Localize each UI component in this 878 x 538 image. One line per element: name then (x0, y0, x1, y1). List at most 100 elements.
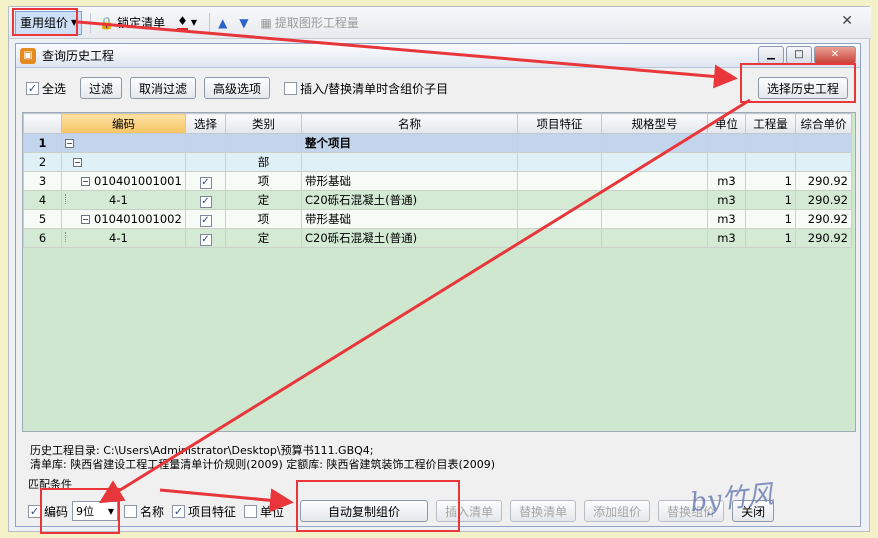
table-row[interactable]: 1 − 整个项目 (23, 133, 852, 153)
feature-cell (517, 152, 602, 172)
row-number: 3 (23, 171, 62, 191)
lock-icon: 🔒 (99, 15, 115, 30)
code-cell: − (61, 152, 186, 172)
row-checkbox[interactable]: ✓ (199, 195, 212, 208)
qty-cell (745, 133, 796, 153)
unit-cell (707, 152, 746, 172)
type-cell: 定 (225, 228, 302, 248)
column-header[interactable]: 综合单价 (795, 113, 852, 134)
price-cell: 290.92 (795, 209, 852, 229)
arrow-up-icon: ▲ (218, 15, 228, 30)
price-cell (795, 152, 852, 172)
type-cell (225, 133, 302, 153)
row-number-header (23, 113, 62, 134)
select-cell (185, 133, 226, 153)
qty-cell: 1 (745, 171, 796, 191)
select-cell: ✓ (185, 190, 226, 210)
move-down-button[interactable]: ▼ (235, 11, 252, 35)
code-cell: 4-1 (61, 228, 186, 248)
collapse-icon[interactable]: − (65, 139, 74, 148)
column-header[interactable]: 项目特征 (517, 113, 602, 134)
library-text: 清单库: 陕西省建设工程工程量清单计价规则(2009) 定额库: 陕西省建筑装饰… (30, 458, 496, 471)
arrow-down-icon: ▼ (239, 15, 249, 30)
row-checkbox[interactable]: ✓ (199, 176, 212, 189)
name-cell: 带形基础 (301, 209, 518, 229)
spec-cell (601, 152, 708, 172)
annotation-box-match (40, 488, 120, 534)
type-cell: 定 (225, 190, 302, 210)
name-checkbox[interactable] (124, 504, 138, 518)
row-number: 6 (23, 228, 62, 248)
history-info: 历史工程目录: C:\Users\Administrator\Desktop\预… (30, 444, 495, 472)
name-label: 名称 (140, 504, 165, 519)
table-row[interactable]: 4 4-1 ✓ 定 C20砾石混凝土(普通) m3 1 290.92 (23, 190, 852, 210)
toolbar-separator (209, 12, 211, 33)
name-cell: C20砾石混凝土(普通) (301, 190, 518, 210)
table-row[interactable]: 6 4-1 ✓ 定 C20砾石混凝土(普通) m3 1 290.92 (23, 228, 852, 248)
move-up-button[interactable]: ▲ (214, 11, 231, 35)
select-all-label: 全选 (42, 81, 67, 96)
extract-quantity-label: 提取图形工程量 (274, 16, 359, 30)
select-cell: ✓ (185, 228, 226, 248)
lock-list-button[interactable]: 🔒 锁定清单 (95, 11, 169, 35)
column-header[interactable]: 编码 (61, 113, 186, 134)
select-cell: ✓ (185, 209, 226, 229)
window-controls: ▁ □ ✕ (758, 46, 856, 64)
type-cell: 项 (225, 171, 302, 191)
column-header[interactable]: 名称 (301, 113, 518, 134)
select-cell (185, 152, 226, 172)
include-sub-checkbox[interactable] (284, 81, 298, 95)
collapse-icon[interactable]: − (81, 177, 90, 186)
row-checkbox[interactable]: ✓ (199, 214, 212, 227)
price-cell: 290.92 (795, 190, 852, 210)
table-row[interactable]: 5 −010401001002 ✓ 项 带形基础 m3 1 290.92 (23, 209, 852, 229)
code-cell: −010401001002 (61, 209, 186, 229)
dialog-close-button[interactable]: ✕ (814, 46, 856, 64)
replace-list-button[interactable]: 替换清单 (510, 500, 577, 522)
spec-cell (601, 171, 708, 191)
spec-cell (601, 190, 708, 210)
code-cell: −010401001001 (61, 171, 186, 191)
history-grid: 编码 选择 类别 名称 项目特征 规格型号 单位 工程量 综合单价 1 − 整个… (22, 112, 856, 432)
feature-checkbox[interactable]: ✓ (172, 504, 186, 518)
select-all-checkbox[interactable]: ✓ (26, 81, 39, 95)
price-cell (795, 133, 852, 153)
collapse-icon[interactable]: − (73, 158, 82, 167)
qty-cell (745, 152, 796, 172)
feature-label: 项目特征 (188, 504, 237, 519)
row-number: 4 (23, 190, 62, 210)
items-table: 编码 选择 类别 名称 项目特征 规格型号 单位 工程量 综合单价 1 − 整个… (23, 113, 852, 248)
maximize-button[interactable]: □ (786, 46, 812, 64)
minimize-button[interactable]: ▁ (758, 46, 784, 64)
price-cell: 290.92 (795, 171, 852, 191)
column-header[interactable]: 选择 (185, 113, 226, 134)
add-price-button[interactable]: 添加组价 (584, 500, 651, 522)
row-number: 1 (23, 133, 62, 153)
table-header-row: 编码 选择 类别 名称 项目特征 规格型号 单位 工程量 综合单价 (23, 113, 852, 134)
spec-cell (601, 209, 708, 229)
column-header[interactable]: 规格型号 (601, 113, 708, 134)
main-toolbar: 重用组价 ▼ 🔒 锁定清单 ♦ ▼ ▲ ▼ ▦ 提取图形工程量 ✕ (9, 7, 871, 39)
cancel-filter-button[interactable]: 取消过滤 (130, 77, 197, 99)
table-row[interactable]: 2 − 部 (23, 152, 852, 172)
column-header[interactable]: 类别 (225, 113, 302, 134)
column-header[interactable]: 单位 (707, 113, 746, 134)
row-number: 5 (23, 209, 62, 229)
column-header[interactable]: 工程量 (745, 113, 796, 134)
name-cell (301, 152, 518, 172)
row-number: 2 (23, 152, 62, 172)
close-icon: ✕ (830, 49, 840, 60)
name-cell: 带形基础 (301, 171, 518, 191)
close-icon[interactable]: ✕ (841, 13, 853, 29)
table-row[interactable]: 3 −010401001001 ✓ 项 带形基础 m3 1 290.92 (23, 171, 852, 191)
collapse-icon[interactable]: − (81, 215, 90, 224)
extract-quantity-button[interactable]: ▦ 提取图形工程量 (257, 11, 363, 35)
row-checkbox[interactable]: ✓ (199, 233, 212, 246)
feature-cell (517, 228, 602, 248)
feature-cell (517, 190, 602, 210)
filter-button[interactable]: 过滤 (80, 77, 123, 99)
unit-checkbox[interactable] (244, 504, 258, 518)
filter-bar: ✓ 全选 过滤 取消过滤 高级选项 插入/替换清单时含组价子目 选择历史工程 (16, 68, 862, 108)
paint-color-button[interactable]: ♦ ▼ (173, 11, 201, 35)
advanced-options-button[interactable]: 高级选项 (204, 77, 271, 99)
